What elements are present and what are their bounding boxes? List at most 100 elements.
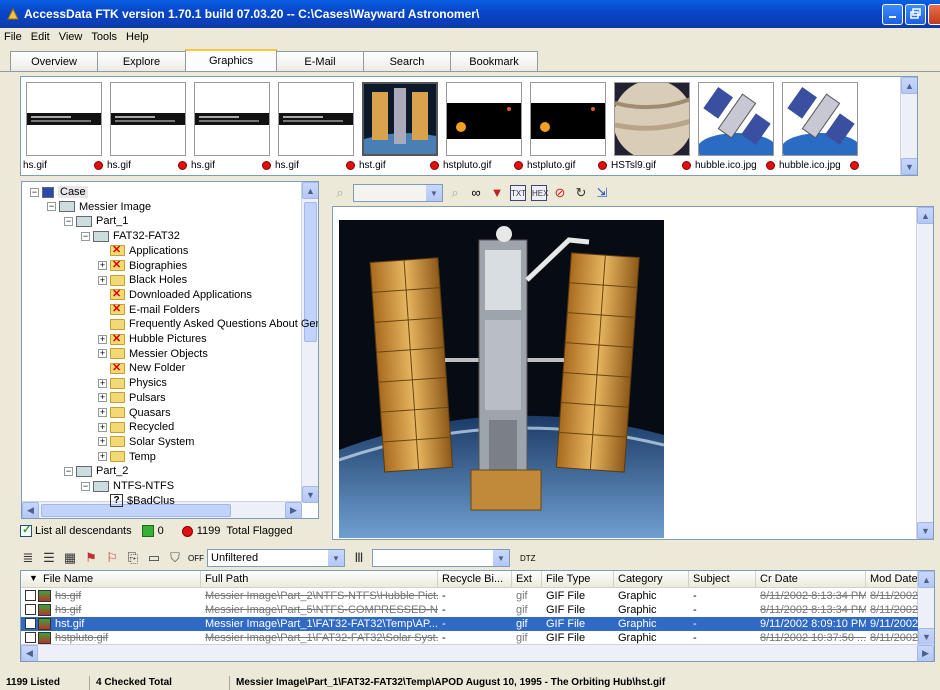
no-filter-icon[interactable]: ⊘	[552, 185, 568, 201]
hex-view-icon[interactable]: HEX	[531, 185, 548, 201]
scroll-up-icon[interactable]: ▲	[302, 182, 318, 199]
expand-icon[interactable]: +	[98, 261, 107, 270]
menu-file[interactable]: File	[4, 31, 22, 43]
bookmark-add-icon[interactable]: ⚑	[83, 550, 99, 566]
flag-icon[interactable]	[766, 161, 775, 170]
column-header-path[interactable]: Full Path	[201, 571, 438, 588]
tree-node[interactable]: − Part_2	[64, 463, 128, 479]
tab-overview[interactable]: Overview	[10, 51, 98, 71]
table-row[interactable]: hst.gif Messier Image\Part_1\FAT32-FAT32\…	[21, 617, 918, 631]
column-header-recycle[interactable]: Recycle Bi...	[438, 571, 512, 588]
tree-node[interactable]: Frequently Asked Questions About Ger	[98, 316, 318, 332]
tree-node[interactable]: + Quasars	[98, 405, 171, 421]
binoculars-icon[interactable]: ∞	[468, 185, 484, 201]
tree-node[interactable]: + Temp	[98, 449, 156, 465]
scroll-down-icon[interactable]: ▼	[901, 158, 917, 175]
thumbnail-item[interactable]: hs.gif	[107, 80, 189, 172]
thumbnail-item[interactable]: HSTsl9.gif	[611, 80, 693, 172]
tree-node[interactable]: E-mail Folders	[98, 302, 200, 318]
scroll-down-icon[interactable]: ▼	[918, 628, 934, 645]
flag-icon[interactable]	[682, 161, 691, 170]
table-row[interactable]: hs.gif Messier Image\Part_2\NTFS-NTFS\Hub…	[21, 589, 918, 603]
column-header-cr[interactable]: Cr Date	[756, 571, 866, 588]
scroll-left-icon[interactable]: ◀	[21, 645, 38, 661]
row-checkbox[interactable]	[25, 604, 36, 615]
expand-icon[interactable]: +	[98, 349, 107, 359]
tree-node[interactable]: + Messier Objects	[98, 346, 208, 362]
column-header-type[interactable]: File Type	[542, 571, 614, 588]
filter-select[interactable]: Unfiltered ▼	[207, 549, 345, 567]
table-row[interactable]: hstpluto.gif Messier Image\Part_1\FAT32-F…	[21, 631, 918, 645]
expand-icon[interactable]: +	[98, 452, 107, 462]
tree-node[interactable]: + Black Holes	[98, 272, 187, 288]
tab-email[interactable]: E-Mail	[276, 51, 364, 71]
flag-icon[interactable]	[178, 161, 187, 170]
expand-icon[interactable]: +	[98, 422, 107, 432]
tree-node[interactable]: New Folder	[98, 360, 185, 376]
file-list-hscrollbar[interactable]: ◀ ▶	[21, 644, 934, 661]
menu-tools[interactable]: Tools	[91, 31, 117, 43]
collapse-icon[interactable]: −	[64, 466, 73, 476]
column-header-category[interactable]: Category	[614, 571, 689, 588]
scroll-up-icon[interactable]: ▲	[901, 77, 917, 94]
viewer-search-combo[interactable]: ▼	[353, 184, 443, 202]
flag-icon[interactable]	[94, 161, 103, 170]
scroll-up-icon[interactable]: ▲	[917, 207, 933, 224]
viewer-scrollbar[interactable]: ▲ ▼	[916, 207, 933, 539]
scroll-left-icon[interactable]: ◀	[22, 502, 39, 518]
find-next-disabled-icon[interactable]: ⌕	[447, 185, 463, 201]
column-header-name[interactable]: File Name	[21, 571, 201, 588]
tree-node[interactable]: + Pulsars	[98, 390, 166, 406]
tree-node[interactable]: + Physics	[98, 375, 167, 391]
expand-icon[interactable]: +	[98, 393, 107, 403]
collapse-icon[interactable]: −	[30, 187, 39, 197]
document-icon[interactable]: ▭	[146, 550, 162, 566]
menu-help[interactable]: Help	[126, 31, 149, 43]
expand-icon[interactable]: +	[98, 408, 107, 417]
row-checkbox[interactable]	[25, 618, 36, 629]
thumbnail-item[interactable]: hs.gif	[23, 80, 105, 172]
table-row[interactable]: hs.gif Messier Image\Part_5\NTFS-COMPRESS…	[21, 603, 918, 617]
row-checkbox[interactable]	[25, 590, 36, 601]
close-button[interactable]	[928, 3, 940, 25]
list-all-descendants-checkbox[interactable]	[20, 523, 32, 537]
tree-node[interactable]: − Messier Image	[47, 199, 151, 215]
scroll-right-icon[interactable]: ▶	[917, 645, 934, 661]
tree-node[interactable]: Applications	[98, 243, 188, 259]
flag-icon[interactable]	[850, 161, 859, 170]
thumbnail-item[interactable]: hubble.ico.jpg	[779, 80, 861, 172]
expand-icon[interactable]: +	[98, 437, 107, 447]
expand-icon[interactable]: +	[98, 275, 107, 285]
row-checkbox[interactable]	[25, 632, 36, 643]
collapse-icon[interactable]: −	[81, 481, 90, 491]
expand-icon[interactable]: +	[98, 378, 107, 388]
thumbnail-item[interactable]: hstpluto.gif	[443, 80, 525, 172]
scroll-up-icon[interactable]: ▲	[918, 571, 934, 588]
rotate-icon[interactable]: ↻	[573, 185, 589, 201]
text-view-icon[interactable]: TXT	[510, 185, 526, 201]
restore-button[interactable]	[905, 3, 926, 25]
tree-node[interactable]: + Solar System	[98, 434, 194, 450]
copy-icon[interactable]: ⎘	[125, 550, 141, 566]
tab-bookmark[interactable]: Bookmark	[450, 51, 538, 71]
minimize-button[interactable]	[882, 3, 903, 25]
scroll-down-icon[interactable]: ▼	[917, 522, 933, 539]
flag-icon[interactable]	[346, 161, 355, 170]
list-view-icon[interactable]: ≣	[20, 550, 36, 566]
menu-view[interactable]: View	[59, 31, 83, 43]
flag-icon[interactable]	[430, 161, 439, 170]
flag-filter-icon[interactable]: ▼	[489, 185, 505, 201]
tree-node[interactable]: − Part_1	[64, 213, 128, 229]
scroll-right-icon[interactable]: ▶	[285, 502, 302, 518]
tree-node[interactable]: + Biographies	[98, 258, 187, 274]
collapse-icon[interactable]: −	[81, 231, 90, 241]
collapse-icon[interactable]: −	[64, 216, 73, 226]
details-view-icon[interactable]: ☰	[41, 550, 57, 566]
flag-icon[interactable]	[598, 161, 607, 170]
flag-icon[interactable]	[514, 161, 523, 170]
file-list-vscrollbar[interactable]: ▲ ▼	[917, 571, 934, 645]
tree-node[interactable]: Downloaded Applications	[98, 287, 252, 303]
bookmark-remove-icon[interactable]: ⚐	[104, 550, 120, 566]
export-icon[interactable]: ⇲	[594, 185, 610, 201]
tab-search[interactable]: Search	[363, 51, 451, 71]
